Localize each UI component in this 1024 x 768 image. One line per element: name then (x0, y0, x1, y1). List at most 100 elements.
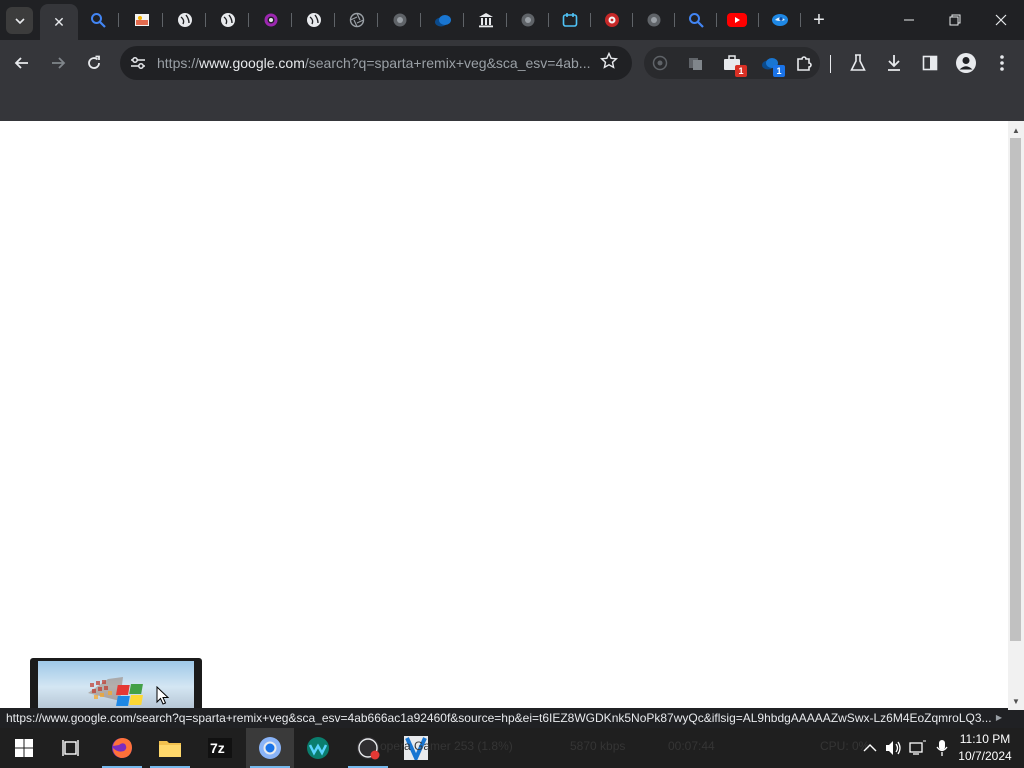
tab-cloud[interactable] (433, 10, 453, 30)
7zip-icon: 7z (208, 738, 232, 758)
scroll-down-arrow[interactable]: ▼ (1008, 694, 1024, 710)
globe-icon (307, 13, 321, 27)
close-window-button[interactable] (978, 0, 1024, 40)
tab-ring[interactable] (261, 10, 281, 30)
record-icon (652, 55, 668, 71)
ext-copy[interactable] (686, 53, 706, 73)
tab-search-button[interactable] (6, 7, 33, 34)
reload-button[interactable] (80, 49, 108, 77)
copy-icon (689, 58, 702, 70)
ext-record[interactable] (650, 53, 670, 73)
tab-globe-1[interactable] (175, 10, 195, 30)
tab-aperture-3[interactable] (518, 10, 538, 30)
reload-icon (88, 55, 100, 69)
ghost-text-duration: 00:07:44 (668, 739, 715, 753)
aperture-icon (521, 13, 535, 27)
microphone-button[interactable] (932, 738, 952, 758)
windows-start-icon (15, 739, 33, 757)
tab-disc[interactable] (602, 10, 622, 30)
network-button[interactable] (908, 738, 928, 758)
tab-aperture-1[interactable] (347, 10, 367, 30)
chevron-up-icon (863, 744, 877, 752)
svg-text:7z: 7z (210, 740, 225, 756)
menu-button[interactable] (990, 51, 1014, 75)
task-view-button[interactable] (48, 728, 96, 768)
tab-close-icon[interactable]: ✕ (53, 14, 65, 31)
system-clock[interactable]: 11:10 PM 10/7/2024 (950, 731, 1020, 765)
scrollbar-thumb[interactable] (1010, 138, 1021, 641)
url-scheme: https:// (157, 55, 200, 71)
tab-youtube[interactable] (727, 10, 747, 30)
avatar-icon (956, 53, 976, 73)
labs-button[interactable] (846, 51, 870, 75)
bookmarks-bar (0, 86, 1024, 121)
ext-cloud[interactable]: 1 (760, 53, 785, 77)
calendar-icon (562, 13, 578, 27)
preview-image (38, 661, 194, 708)
close-icon (995, 14, 1007, 26)
speaker-icon (886, 741, 901, 755)
url-host: www.google.com (199, 55, 305, 71)
puzzle-icon (797, 56, 812, 71)
bookmark-star-button[interactable] (598, 51, 620, 74)
tab-magnify[interactable] (88, 10, 108, 30)
folder-icon (159, 741, 181, 757)
ghost-text-game: opera Gamer 253 (1.8%) (380, 739, 513, 753)
url-text[interactable]: https://www.google.com/search?q=sparta+r… (157, 55, 597, 71)
webex-icon (307, 737, 329, 759)
tray-overflow-button[interactable] (860, 738, 880, 758)
ext-briefcase[interactable]: 1 (722, 53, 747, 77)
firefox-icon (112, 738, 132, 758)
tab-eye[interactable] (770, 10, 790, 30)
taskbar-thumbnail-preview[interactable] (30, 658, 202, 708)
status-bubble: https://www.google.com/search?q=sparta+r… (0, 708, 992, 728)
taskbar-chrome[interactable] (246, 728, 294, 768)
tab-aperture-4[interactable] (644, 10, 664, 30)
taskbar-7zip[interactable]: 7z (196, 728, 244, 768)
scroll-up-arrow[interactable]: ▲ (1008, 123, 1024, 139)
tab-image[interactable] (132, 10, 152, 30)
cloud-icon (435, 15, 451, 27)
taskbar-file-explorer[interactable] (146, 728, 194, 768)
downloads-button[interactable] (882, 51, 906, 75)
tab-bank[interactable] (476, 10, 496, 30)
forward-button[interactable] (44, 49, 72, 77)
tab-search[interactable] (686, 10, 706, 30)
side-panel-icon (922, 55, 938, 71)
arrow-left-icon (14, 57, 28, 69)
youtube-icon (727, 13, 747, 27)
tab-globe-2[interactable] (218, 10, 238, 30)
volume-button[interactable] (884, 738, 904, 758)
tab-globe-3[interactable] (304, 10, 324, 30)
site-info-icon[interactable] (128, 53, 148, 73)
magnifier-icon (91, 13, 106, 28)
globe-icon (178, 13, 192, 27)
back-button[interactable] (8, 49, 36, 77)
flask-icon (850, 54, 866, 71)
bank-icon (479, 13, 493, 28)
ext-puzzle[interactable] (794, 53, 814, 73)
taskbar-firefox[interactable] (98, 728, 146, 768)
scroll-right-arrow[interactable]: ▶ (992, 710, 1006, 726)
address-bar[interactable]: https://www.google.com/search?q=sparta+r… (120, 46, 632, 80)
ghost-text-bitrate: 5870 kbps (570, 739, 626, 753)
side-panel-button[interactable] (918, 51, 942, 75)
obs-icon (357, 737, 380, 760)
new-tab-button[interactable]: + (808, 9, 830, 31)
tab-calendar[interactable] (560, 10, 580, 30)
extensions-area: 1 1 (644, 47, 820, 79)
profile-button[interactable] (954, 51, 978, 75)
minimize-icon (904, 19, 914, 21)
tab-aperture-2[interactable] (390, 10, 410, 30)
download-icon (888, 55, 900, 71)
ext-briefcase-badge: 1 (735, 65, 747, 77)
taskbar-webex[interactable] (294, 728, 342, 768)
start-button[interactable] (0, 728, 48, 768)
active-tab[interactable]: ✕ (40, 4, 78, 40)
restore-button[interactable] (932, 0, 978, 40)
tab-strip: ✕ + (0, 0, 1024, 40)
arrow-right-icon (52, 57, 66, 69)
url-path: /search?q=sparta+remix+veg&sca_esv=4ab..… (304, 55, 591, 71)
image-icon (135, 14, 149, 26)
minimize-button[interactable] (886, 0, 932, 40)
